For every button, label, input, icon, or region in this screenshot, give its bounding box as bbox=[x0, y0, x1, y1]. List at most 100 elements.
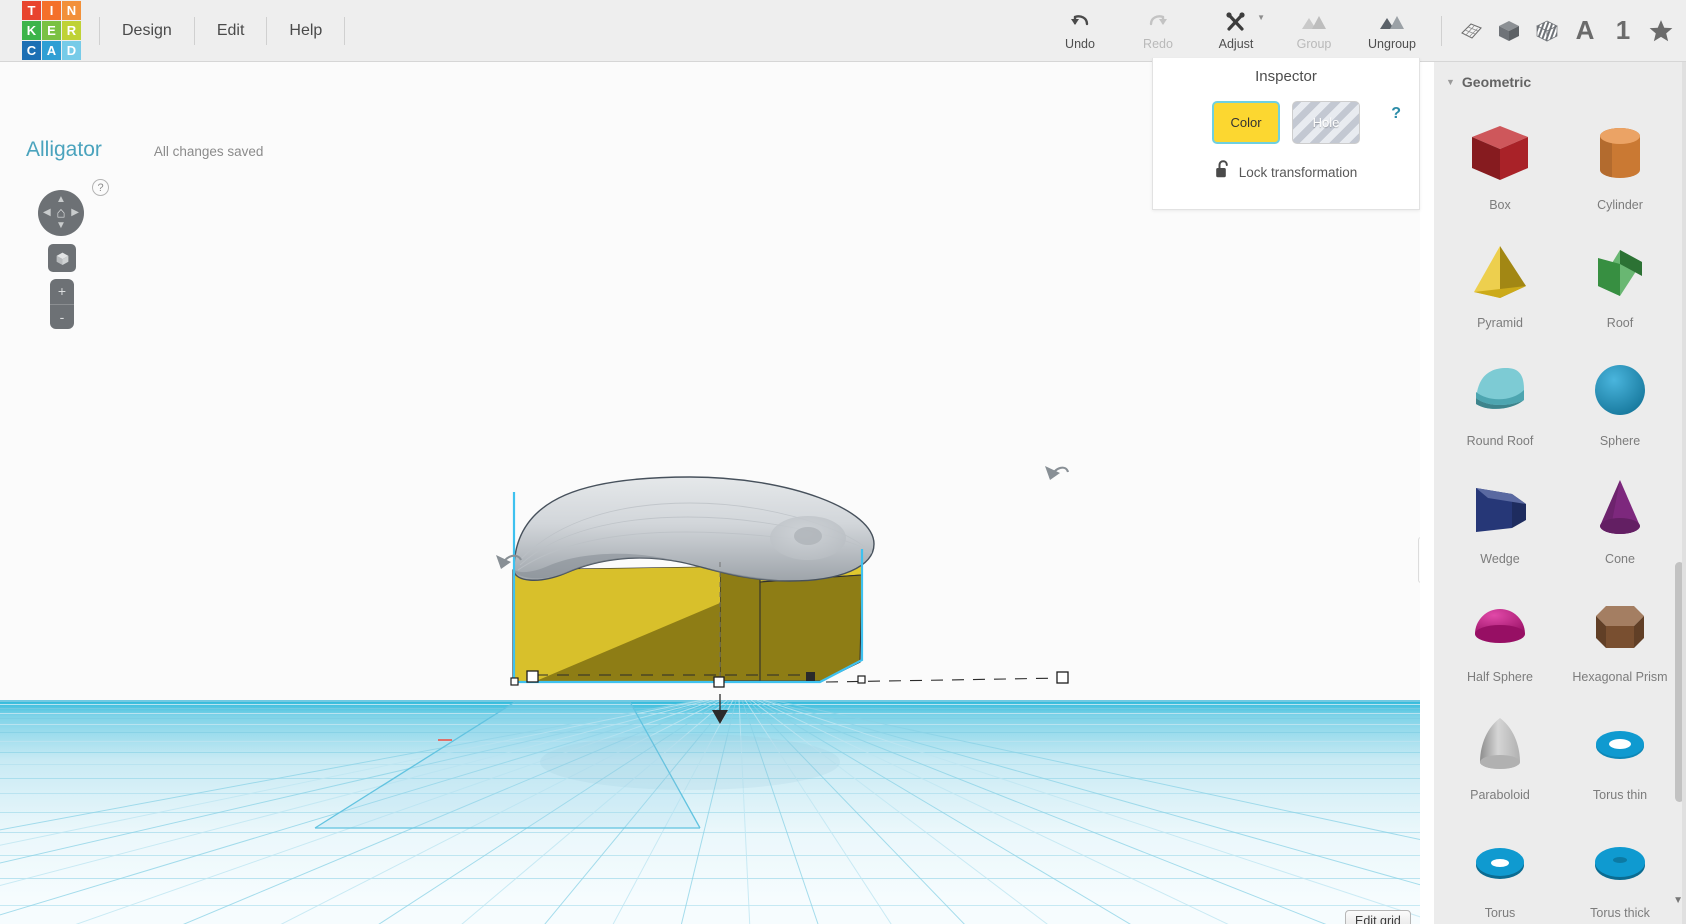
shapes-panel[interactable]: ▼ Geometric Box Cylinder Pyramid Roof Ro… bbox=[1434, 62, 1686, 924]
shape-label: Roof bbox=[1606, 316, 1634, 330]
main-menu: Design Edit Help bbox=[99, 0, 346, 62]
menu-item-edit[interactable]: Edit bbox=[195, 16, 268, 45]
torus-thick-shape-icon bbox=[1560, 822, 1680, 902]
shape-item-paraboloid[interactable]: Paraboloid bbox=[1440, 690, 1560, 802]
shape-item-box[interactable]: Box bbox=[1440, 100, 1560, 212]
shape-item-hexagonal-prism[interactable]: Hexagonal Prism bbox=[1560, 572, 1680, 684]
menu-item-design[interactable]: Design bbox=[99, 16, 195, 45]
corner-handle[interactable] bbox=[857, 675, 866, 684]
shape-item-sphere[interactable]: Sphere bbox=[1560, 336, 1680, 448]
inspector-help-icon[interactable]: ? bbox=[1391, 105, 1401, 123]
redo-button[interactable]: Redo bbox=[1119, 3, 1197, 59]
rotate-handle[interactable] bbox=[496, 554, 522, 569]
toolbar-divider bbox=[1441, 15, 1442, 46]
group-button[interactable]: Group bbox=[1275, 3, 1353, 59]
ungroup-button[interactable]: Ungroup bbox=[1353, 3, 1431, 59]
workplane-icon[interactable] bbox=[1452, 11, 1490, 51]
hole-swatch-label: Hole bbox=[1312, 115, 1340, 130]
half-sphere-shape-icon bbox=[1440, 586, 1560, 666]
view-navigation-pad[interactable]: ▲ ▼ ◀ ▶ ⌂ bbox=[38, 190, 84, 236]
shape-label: Cone bbox=[1605, 552, 1635, 566]
logo-tile-t: T bbox=[22, 1, 41, 20]
adjust-chevron-down-icon[interactable]: ▼ bbox=[1257, 13, 1265, 22]
star-icon[interactable] bbox=[1642, 11, 1680, 51]
cube-icon bbox=[56, 252, 68, 265]
fit-to-view-button[interactable] bbox=[48, 244, 76, 272]
zoom-in-button[interactable]: + bbox=[50, 279, 74, 305]
resize-handle[interactable] bbox=[806, 672, 815, 681]
orbit-wheel[interactable]: ▲ ▼ ◀ ▶ ⌂ bbox=[38, 190, 84, 236]
panel-collapse-handle[interactable]: › bbox=[1418, 537, 1420, 583]
logo-tile-i: I bbox=[42, 1, 61, 20]
shape-item-cylinder[interactable]: Cylinder bbox=[1560, 100, 1680, 212]
sphere-shape-icon bbox=[1560, 350, 1680, 430]
shape-item-round-roof[interactable]: Round Roof bbox=[1440, 336, 1560, 448]
number-1-icon[interactable]: 1 bbox=[1604, 11, 1642, 51]
hole-swatch-button[interactable]: Hole bbox=[1292, 101, 1360, 144]
home-icon[interactable]: ⌂ bbox=[56, 205, 65, 222]
resize-handle[interactable] bbox=[526, 670, 539, 683]
redo-icon bbox=[1147, 10, 1169, 34]
menu-item-help[interactable]: Help bbox=[267, 16, 346, 45]
cone-shape-icon bbox=[1560, 468, 1680, 548]
edit-grid-button[interactable]: Edit grid bbox=[1345, 910, 1411, 924]
shape-item-wedge[interactable]: Wedge bbox=[1440, 454, 1560, 566]
inspector-swatches: Color Hole bbox=[1153, 101, 1419, 144]
logo-tile-a: A bbox=[42, 41, 61, 60]
shapes-category-label: Geometric bbox=[1461, 74, 1532, 90]
workplane-perspective-lines bbox=[0, 700, 1420, 924]
logo-tile-c: C bbox=[22, 41, 41, 60]
corner-handle[interactable] bbox=[510, 677, 519, 686]
rotate-handle[interactable] bbox=[1045, 466, 1070, 480]
length-handle[interactable] bbox=[1056, 671, 1069, 684]
nav-help-icon[interactable]: ? bbox=[92, 179, 109, 196]
color-swatch-button[interactable]: Color bbox=[1212, 101, 1280, 144]
triangle-down-icon: ▼ bbox=[1446, 77, 1455, 87]
zoom-out-button[interactable]: - bbox=[50, 305, 74, 330]
inspector-panel: Inspector ? Color Hole Lock transformati… bbox=[1152, 58, 1420, 210]
logo-tile-n: N bbox=[62, 1, 81, 20]
striped-cube-icon[interactable] bbox=[1528, 11, 1566, 51]
shape-label: Sphere bbox=[1599, 434, 1641, 448]
resize-handle[interactable] bbox=[713, 676, 725, 688]
color-swatch-label: Color bbox=[1230, 115, 1262, 130]
lock-transformation-row[interactable]: Lock transformation bbox=[1153, 160, 1419, 184]
panel-edge bbox=[1682, 62, 1686, 924]
nav-up-arrow-icon[interactable]: ▲ bbox=[56, 195, 66, 205]
logo-tile-e: E bbox=[42, 21, 61, 40]
group-label: Group bbox=[1296, 37, 1332, 51]
shape-item-pyramid[interactable]: Pyramid bbox=[1440, 218, 1560, 330]
nav-right-arrow-icon[interactable]: ▶ bbox=[71, 208, 79, 218]
adjust-button[interactable]: Adjust ▼ bbox=[1197, 3, 1275, 59]
tinkercad-logo[interactable]: TIN KER CAD bbox=[22, 1, 81, 60]
paraboloid-shape-icon bbox=[1440, 704, 1560, 784]
hex-prism-shape-icon bbox=[1560, 586, 1680, 666]
shapes-grid: Box Cylinder Pyramid Roof Round Roof Sph… bbox=[1434, 96, 1686, 920]
workplane-grid[interactable] bbox=[0, 700, 1420, 924]
shape-label: Round Roof bbox=[1466, 434, 1534, 448]
shape-item-torus-thin[interactable]: Torus thin bbox=[1560, 690, 1680, 802]
inspector-title: Inspector bbox=[1255, 68, 1317, 85]
shape-item-torus[interactable]: Torus bbox=[1440, 808, 1560, 920]
shape-item-cone[interactable]: Cone bbox=[1560, 454, 1680, 566]
group-icon bbox=[1299, 10, 1329, 34]
nav-down-arrow-icon[interactable]: ▼ bbox=[56, 221, 66, 231]
zoom-controls[interactable]: + - bbox=[50, 279, 74, 329]
shapes-category-header[interactable]: ▼ Geometric bbox=[1434, 62, 1686, 96]
shape-item-torus-thick[interactable]: Torus thick bbox=[1560, 808, 1680, 920]
shape-item-half-sphere[interactable]: Half Sphere bbox=[1440, 572, 1560, 684]
shape-item-roof[interactable]: Roof bbox=[1560, 218, 1680, 330]
shape-label: Paraboloid bbox=[1470, 788, 1530, 802]
logo-tile-d: D bbox=[62, 41, 81, 60]
project-name[interactable]: Alligator bbox=[26, 138, 102, 162]
solid-cube-icon[interactable] bbox=[1490, 11, 1528, 51]
save-status: All changes saved bbox=[153, 144, 264, 159]
shape-label: Half Sphere bbox=[1466, 670, 1533, 684]
edit-tools: Undo Redo Adjust ▼ Group Ungroup A 1 bbox=[1041, 0, 1680, 62]
text-a-icon[interactable]: A bbox=[1566, 11, 1604, 51]
nav-left-arrow-icon[interactable]: ◀ bbox=[43, 208, 51, 218]
shape-label: Torus thin bbox=[1592, 788, 1648, 802]
torus-shape-icon bbox=[1440, 822, 1560, 902]
undo-button[interactable]: Undo bbox=[1041, 3, 1119, 59]
logo-tile-k: K bbox=[22, 21, 41, 40]
